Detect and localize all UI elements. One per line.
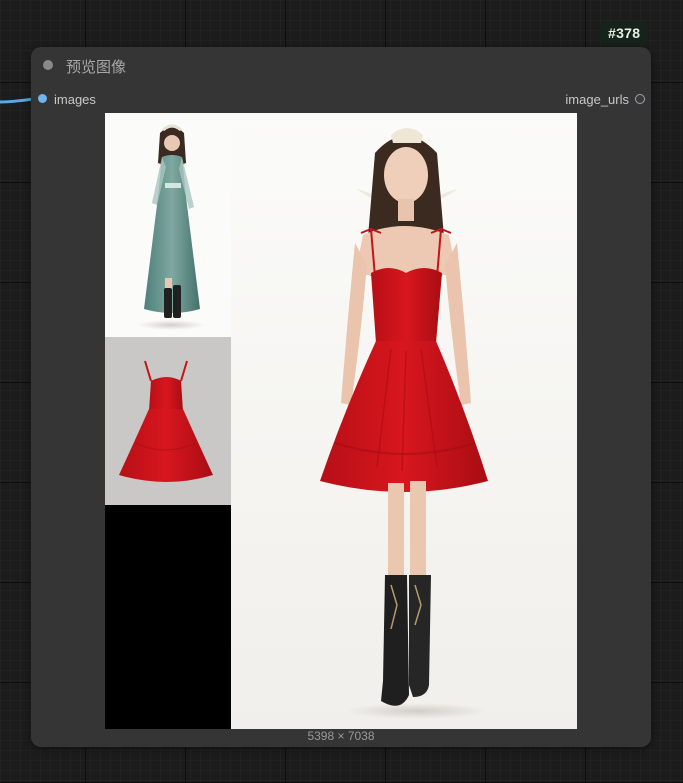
empty-tile xyxy=(105,505,231,729)
node-header[interactable]: 预览图像 xyxy=(31,47,651,83)
output-slot-dot-icon[interactable] xyxy=(635,94,645,104)
image-dimensions: 5398 × 7038 xyxy=(307,729,375,743)
output-slot-label: image_urls xyxy=(565,92,629,107)
red-dress-product-tile xyxy=(105,337,231,505)
preview-image-node[interactable]: 预览图像 images image_urls 5398 × 7038 xyxy=(31,47,651,747)
node-title: 预览图像 xyxy=(66,59,127,76)
preview-image-composite xyxy=(105,113,577,729)
input-slot-dot-icon[interactable] xyxy=(38,94,47,103)
node-id-badge: #378 xyxy=(600,21,649,45)
graph-canvas[interactable]: #378 预览图像 images image_urls 5398 × 7038 xyxy=(0,0,683,783)
teal-dress-reference-tile xyxy=(105,113,231,337)
image-preview[interactable] xyxy=(105,113,577,729)
collapse-toggle-icon[interactable] xyxy=(43,60,53,70)
input-slot-label: images xyxy=(54,92,96,107)
